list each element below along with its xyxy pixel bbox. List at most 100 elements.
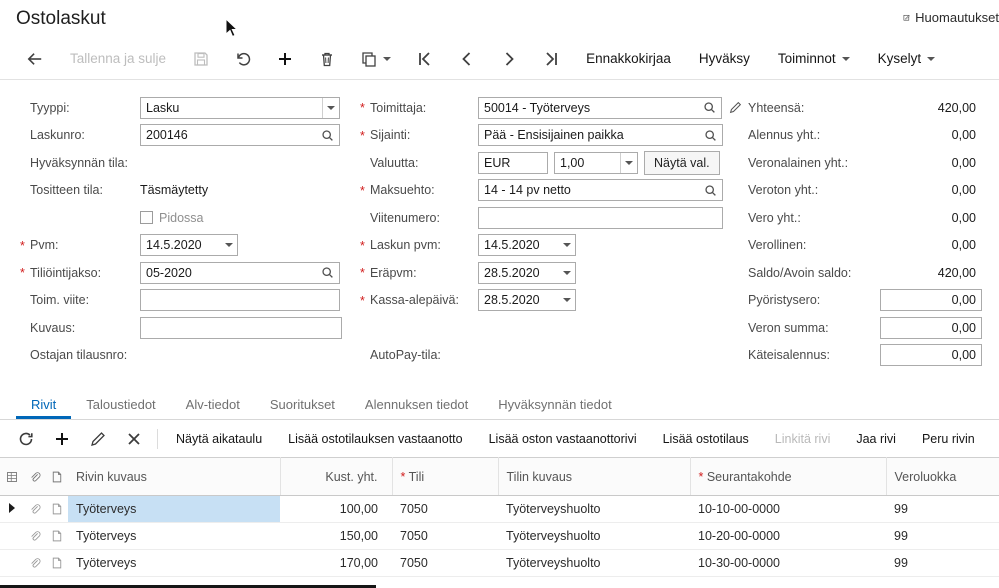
chevron-down-icon[interactable] [558, 263, 575, 283]
view-currency-button[interactable]: Näytä val. [644, 151, 720, 175]
nav-prev-button[interactable] [446, 44, 488, 74]
row-selector[interactable] [0, 550, 24, 577]
edit-vendor-icon[interactable] [729, 101, 742, 114]
chevron-down-icon[interactable] [322, 98, 339, 118]
cell-line-description[interactable]: Työterveys [68, 550, 280, 577]
table-row[interactable]: Työterveys 170,00 7050 Työterveyshuolto … [0, 550, 999, 577]
currency-input[interactable]: EUR [478, 152, 548, 174]
search-icon[interactable] [704, 129, 717, 142]
actions-menu[interactable]: Toiminnot [764, 44, 864, 74]
cancel-line-button[interactable]: Peru rivin [909, 425, 988, 453]
back-button[interactable] [14, 44, 56, 74]
tab-alv-tiedot[interactable]: Alv-tiedot [171, 392, 255, 419]
cell-line-description[interactable]: Työterveys [68, 496, 280, 523]
row-attachment[interactable] [24, 550, 46, 577]
invoice-number-input[interactable]: 200146 [140, 124, 340, 146]
on-hold-checkbox[interactable] [140, 211, 153, 224]
cell-tax-category[interactable]: 99 [886, 550, 999, 577]
cash-discount-input[interactable]: 0,00 [880, 344, 982, 366]
invoice-date-input[interactable]: 14.5.2020 [478, 234, 576, 256]
add-button[interactable] [264, 44, 306, 74]
tab-alennuksen-tiedot[interactable]: Alennuksen tiedot [350, 392, 483, 419]
row-selector[interactable] [0, 523, 24, 550]
row-note[interactable] [46, 496, 68, 523]
cell-cost-total[interactable]: 150,00 [280, 523, 392, 550]
copy-paste-button[interactable] [348, 44, 404, 74]
save-and-close-button[interactable]: Tallenna ja sulje [56, 44, 180, 74]
nav-last-button[interactable] [530, 44, 572, 74]
cell-account[interactable]: 7050 [392, 550, 498, 577]
cell-account[interactable]: 7050 [392, 496, 498, 523]
prebook-button[interactable]: Ennakkokirjaa [572, 44, 685, 74]
cell-cost-total[interactable]: 170,00 [280, 550, 392, 577]
add-po-receipt-button[interactable]: Lisää ostotilauksen vastaanotto [275, 425, 475, 453]
chevron-down-icon[interactable] [620, 153, 637, 173]
vendor-input[interactable]: 50014 - Työterveys [478, 97, 722, 119]
refresh-button[interactable] [8, 425, 44, 453]
search-icon[interactable] [704, 184, 717, 197]
add-po-button[interactable]: Lisää ostotilaus [650, 425, 762, 453]
notes-column-header[interactable] [46, 458, 68, 496]
cell-subaccount[interactable]: 10-20-00-0000 [690, 523, 886, 550]
cell-tax-category[interactable]: 99 [886, 523, 999, 550]
link-line-button[interactable]: Linkitä rivi [762, 425, 844, 453]
column-header-line-description[interactable]: Rivin kuvaus [68, 458, 280, 496]
add-po-receipt-line-button[interactable]: Lisää oston vastaanottorivi [476, 425, 650, 453]
cell-subaccount[interactable]: 10-10-00-0000 [690, 496, 886, 523]
column-header-account[interactable]: Tili [392, 458, 498, 496]
cell-subaccount[interactable]: 10-30-00-0000 [690, 550, 886, 577]
row-attachment[interactable] [24, 523, 46, 550]
add-row-button[interactable] [44, 425, 80, 453]
tab-taloustiedot[interactable]: Taloustiedot [71, 392, 170, 419]
nav-first-button[interactable] [404, 44, 446, 74]
chevron-down-icon[interactable] [558, 235, 575, 255]
nav-next-button[interactable] [488, 44, 530, 74]
column-header-subaccount[interactable]: Seurantakohde [690, 458, 886, 496]
search-icon[interactable] [321, 266, 334, 279]
row-note[interactable] [46, 523, 68, 550]
post-period-input[interactable]: 05-2020 [140, 262, 340, 284]
approve-button[interactable]: Hyväksy [685, 44, 764, 74]
reference-number-input[interactable] [478, 207, 723, 229]
cell-account[interactable]: 7050 [392, 523, 498, 550]
row-note[interactable] [46, 550, 68, 577]
tax-amount-input[interactable]: 0,00 [880, 317, 982, 339]
inquiries-menu[interactable]: Kyselyt [864, 44, 950, 74]
tab-suoritukset[interactable]: Suoritukset [255, 392, 350, 419]
cell-line-description[interactable]: Työterveys [68, 523, 280, 550]
grid-settings-header[interactable] [0, 458, 24, 496]
location-input[interactable]: Pää - Ensisijainen paikka [478, 124, 723, 146]
save-button[interactable] [180, 44, 222, 74]
attachments-column-header[interactable] [24, 458, 46, 496]
due-date-input[interactable]: 28.5.2020 [478, 262, 576, 284]
column-header-tax-category[interactable]: Veroluokka [886, 458, 999, 496]
delete-button[interactable] [306, 44, 348, 74]
table-row[interactable]: Työterveys 100,00 7050 Työterveyshuolto … [0, 496, 999, 523]
rounding-diff-input[interactable]: 0,00 [880, 289, 982, 311]
search-icon[interactable] [321, 129, 334, 142]
undo-button[interactable] [222, 44, 264, 74]
cell-account-description[interactable]: Työterveyshuolto [498, 550, 690, 577]
cell-account-description[interactable]: Työterveyshuolto [498, 523, 690, 550]
row-selector[interactable] [0, 496, 24, 523]
cell-cost-total[interactable]: 100,00 [280, 496, 392, 523]
chevron-down-icon[interactable] [220, 235, 237, 255]
column-header-cost-total[interactable]: Kust. yht. [280, 458, 392, 496]
currency-rate-select[interactable]: 1,00 [554, 152, 638, 174]
cell-account-description[interactable]: Työterveyshuolto [498, 496, 690, 523]
row-attachment[interactable] [24, 496, 46, 523]
tab-rivit[interactable]: Rivit [16, 392, 71, 419]
terms-input[interactable]: 14 - 14 pv netto [478, 179, 723, 201]
vendor-ref-input[interactable] [140, 289, 340, 311]
notes-button[interactable]: Huomautukset [903, 10, 999, 25]
search-icon[interactable] [703, 101, 716, 114]
description-input[interactable] [140, 317, 342, 339]
delete-row-button[interactable] [116, 425, 152, 453]
edit-row-button[interactable] [80, 425, 116, 453]
date-input[interactable]: 14.5.2020 [140, 234, 238, 256]
cash-discount-date-input[interactable]: 28.5.2020 [478, 289, 576, 311]
column-header-account-description[interactable]: Tilin kuvaus [498, 458, 690, 496]
chevron-down-icon[interactable] [558, 290, 575, 310]
view-schedule-button[interactable]: Näytä aikataulu [163, 425, 275, 453]
type-select[interactable]: Lasku [140, 97, 340, 119]
